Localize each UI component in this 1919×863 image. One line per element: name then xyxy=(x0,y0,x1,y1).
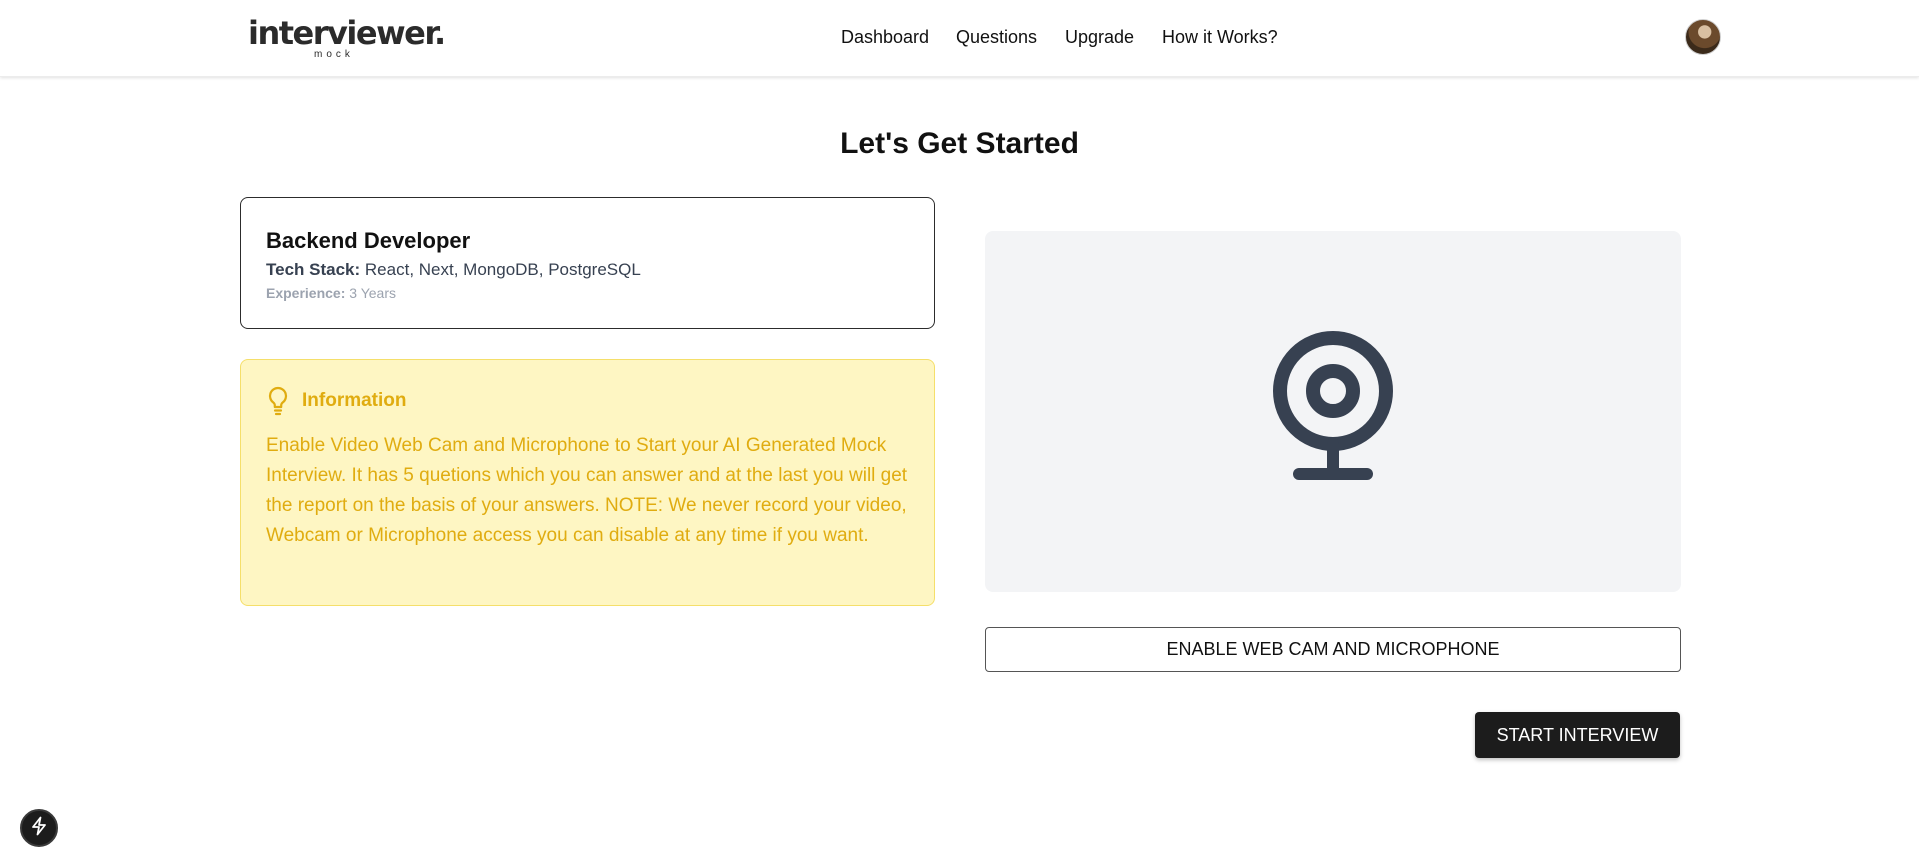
information-text: Enable Video Web Cam and Microphone to S… xyxy=(266,435,908,546)
tech-stack-value: React, Next, MongoDB, PostgreSQL xyxy=(364,260,641,279)
nav-how-it-works[interactable]: How it Works? xyxy=(1162,26,1278,48)
nav-upgrade[interactable]: Upgrade xyxy=(1065,26,1134,48)
information-header: Information xyxy=(266,386,407,416)
job-position: Backend Developer xyxy=(266,228,471,253)
experience-value: 3 Years xyxy=(349,285,396,301)
experience-label: Experience: xyxy=(266,285,346,301)
job-details-card: Backend Developer Tech Stack: React, Nex… xyxy=(240,197,935,329)
start-interview-button[interactable]: START INTERVIEW xyxy=(1475,712,1680,758)
information-title: Information xyxy=(302,390,407,411)
tech-stack: Tech Stack: React, Next, MongoDB, Postgr… xyxy=(266,260,641,280)
enable-webcam-button[interactable]: ENABLE WEB CAM AND MICROPHONE xyxy=(985,627,1681,672)
logo-text: interviewer. xyxy=(248,14,446,52)
app-logo[interactable]: interviewer. mock xyxy=(248,14,446,60)
nav-dashboard[interactable]: Dashboard xyxy=(841,26,929,48)
logo-subtext: mock xyxy=(314,49,354,60)
floating-action-button[interactable] xyxy=(20,809,58,847)
webcam-icon xyxy=(1273,331,1393,486)
information-card: Information Enable Video Web Cam and Mic… xyxy=(240,359,935,606)
user-avatar[interactable] xyxy=(1685,19,1721,55)
lightning-icon xyxy=(30,816,48,841)
nav-questions[interactable]: Questions xyxy=(956,26,1037,48)
webcam-preview xyxy=(985,231,1681,592)
experience: Experience: 3 Years xyxy=(266,285,396,302)
page-title: Let's Get Started xyxy=(840,127,1079,160)
tech-stack-label: Tech Stack: xyxy=(266,260,361,279)
lightbulb-icon xyxy=(266,386,290,416)
top-navbar: interviewer. mock Dashboard Questions Up… xyxy=(0,0,1919,77)
